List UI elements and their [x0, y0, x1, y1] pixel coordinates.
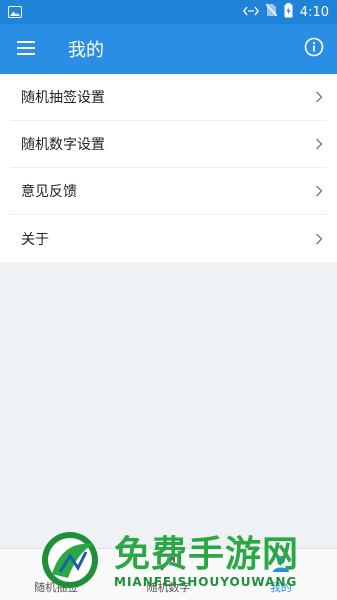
- settings-item-about[interactable]: 关于: [10, 215, 327, 262]
- chevron-right-icon: [315, 91, 323, 103]
- chevron-right-icon: [315, 233, 323, 245]
- settings-list: 随机抽签设置 随机数字设置 意见反馈 关于: [0, 74, 337, 262]
- person-icon: [271, 555, 291, 576]
- status-left: [8, 3, 22, 22]
- nav-item-label: 我的: [269, 580, 292, 594]
- page-title: 我的: [68, 40, 104, 61]
- nav-item-random-number[interactable]: 随机数字: [112, 549, 224, 600]
- status-time: 4:10: [299, 4, 329, 20]
- code-signal-icon: [242, 5, 259, 20]
- no-sim-icon: [265, 3, 278, 21]
- chevron-right-icon: [315, 185, 323, 197]
- battery-charging-icon: [284, 2, 293, 22]
- nav-item-mine[interactable]: 我的: [225, 549, 337, 600]
- settings-item-label: 随机抽签设置: [21, 90, 105, 106]
- draw-lots-icon: [46, 555, 66, 576]
- status-bar: 4:10: [0, 0, 337, 24]
- hamburger-menu-icon: [17, 40, 35, 59]
- settings-item-label: 意见反馈: [21, 184, 77, 200]
- settings-item-draw-lots[interactable]: 随机抽签设置: [10, 74, 327, 121]
- dice-icon: [158, 555, 178, 576]
- chevron-right-icon: [315, 138, 323, 150]
- app-bar: 我的: [0, 24, 337, 74]
- bottom-nav: 随机抽签 随机数字 我的: [0, 548, 337, 600]
- menu-button[interactable]: [0, 24, 52, 74]
- nav-item-label: 随机抽签: [34, 580, 79, 594]
- nav-item-draw-lots[interactable]: 随机抽签: [0, 549, 112, 600]
- info-circle-icon: [304, 37, 324, 61]
- info-button[interactable]: [291, 24, 337, 74]
- settings-item-label: 随机数字设置: [21, 137, 105, 153]
- settings-item-feedback[interactable]: 意见反馈: [10, 168, 327, 215]
- status-right: 4:10: [242, 2, 329, 22]
- settings-item-random-number[interactable]: 随机数字设置: [10, 121, 327, 168]
- settings-item-label: 关于: [21, 231, 49, 248]
- nav-item-label: 随机数字: [146, 580, 191, 594]
- image-icon: [8, 3, 22, 22]
